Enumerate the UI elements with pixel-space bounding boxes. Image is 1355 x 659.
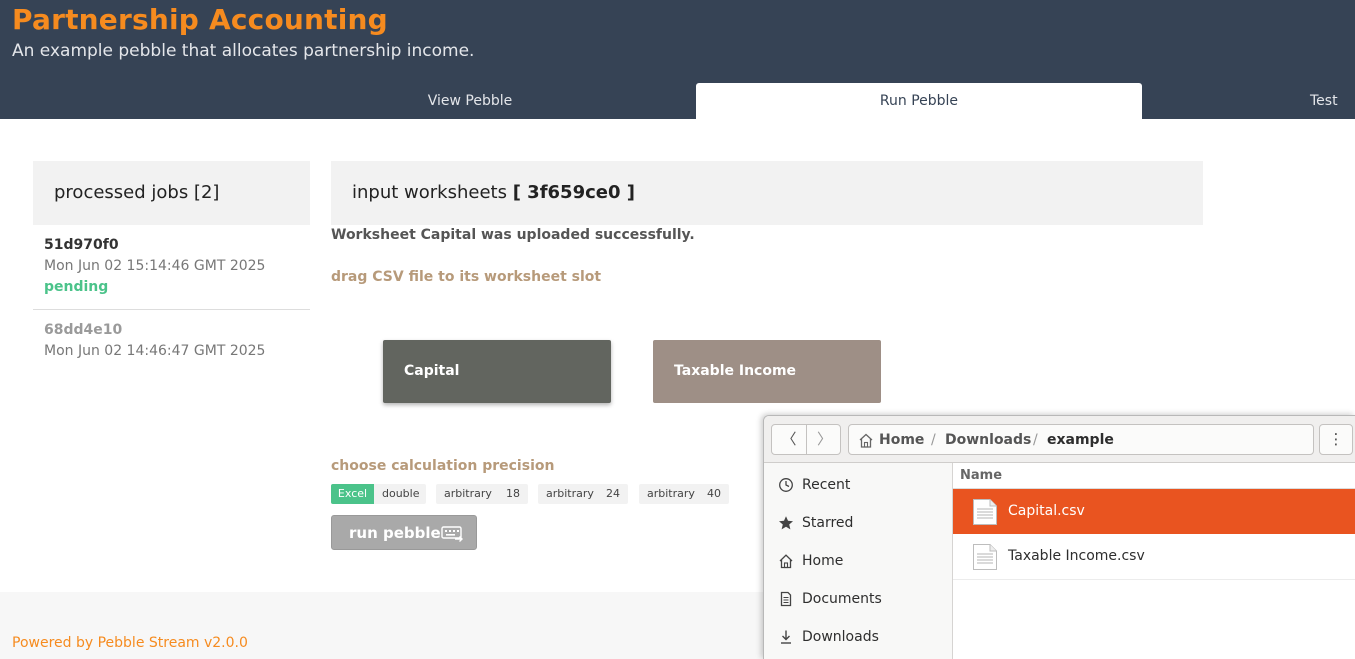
precision-option-arbitrary-24[interactable]: arbitrary 24 — [538, 484, 628, 504]
place-label: Documents — [802, 591, 882, 607]
run-pebble-button[interactable]: run pebble — [331, 515, 477, 550]
breadcrumb-separator: / — [931, 432, 936, 448]
star-icon — [779, 516, 793, 530]
jobs-panel-header: processed jobs [2] — [33, 161, 310, 225]
row-divider — [953, 579, 1355, 580]
breadcrumb-downloads[interactable]: Downloads — [945, 432, 1031, 448]
app-header: Partnership Accounting An example pebble… — [0, 0, 1355, 119]
place-downloads[interactable]: Downloads — [764, 618, 953, 656]
place-recent[interactable]: Recent — [764, 466, 953, 504]
worksheets-title: input worksheets [ 3f659ce0 ] — [352, 182, 635, 203]
forward-button[interactable]: 〉 — [807, 425, 842, 454]
tab-run-pebble[interactable]: Run Pebble — [696, 83, 1142, 119]
precision-label: choose calculation precision — [331, 458, 555, 474]
clock-icon — [779, 478, 793, 492]
jobs-title: processed jobs [2] — [54, 182, 220, 203]
worksheets-header: input worksheets [ 3f659ce0 ] — [331, 161, 1203, 225]
tab-test[interactable]: Test — [1310, 83, 1355, 119]
precision-option-arbitrary-18[interactable]: arbitrary 18 — [436, 484, 528, 504]
job-item[interactable]: 68dd4e10 Mon Jun 02 14:46:47 GMT 2025 — [33, 311, 310, 371]
drag-hint: drag CSV file to its worksheet slot — [331, 269, 602, 285]
dialog-toolbar: 〈 〉 Home / Downloads / example ⋮ — [764, 416, 1355, 463]
place-home[interactable]: Home — [764, 542, 953, 580]
place-documents[interactable]: Documents — [764, 580, 953, 618]
place-label: Recent — [802, 477, 851, 493]
home-icon — [859, 433, 873, 448]
breadcrumb-example[interactable]: example — [1047, 432, 1114, 448]
nav-button-group: 〈 〉 — [771, 424, 841, 455]
spreadsheet-file-icon — [973, 544, 997, 570]
place-starred[interactable]: Starred — [764, 504, 953, 542]
job-status: pending — [44, 279, 109, 295]
precision-option-type: arbitrary — [444, 487, 492, 500]
worksheet-slot-taxable-income[interactable]: Taxable Income — [653, 340, 881, 403]
precision-option-value: double — [382, 487, 420, 500]
document-icon — [780, 591, 792, 607]
place-label: Starred — [802, 515, 854, 531]
worksheet-slot-capital[interactable]: Capital — [383, 340, 611, 403]
file-list: Name Capital.csv Taxable Income.csv — [953, 463, 1355, 659]
file-name: Capital.csv — [1008, 503, 1085, 519]
file-chooser-dialog: 〈 〉 Home / Downloads / example ⋮ Recent — [763, 415, 1355, 659]
column-header-name[interactable]: Name — [960, 468, 1002, 483]
job-date: Mon Jun 02 15:14:46 GMT 2025 — [44, 258, 266, 274]
footer-powered-by[interactable]: Powered by Pebble Stream v2.0.0 — [12, 635, 248, 651]
precision-option-excel-double[interactable]: Excel double — [331, 484, 426, 504]
tab-view-pebble[interactable]: View Pebble — [245, 83, 695, 119]
job-id: 51d970f0 — [44, 237, 119, 253]
app-title: Partnership Accounting — [12, 3, 388, 36]
keyboard-icon — [441, 526, 463, 542]
place-label: Downloads — [802, 629, 879, 645]
app-subtitle: An example pebble that allocates partner… — [12, 41, 475, 61]
precision-option-type: arbitrary — [647, 487, 695, 500]
file-row-taxable-income[interactable]: Taxable Income.csv — [953, 534, 1355, 579]
precision-option-type: arbitrary — [546, 487, 594, 500]
places-sidebar: Recent Starred Home Documents Downloads — [764, 463, 953, 659]
file-row-capital[interactable]: Capital.csv — [953, 489, 1355, 534]
run-pebble-label: run pebble — [349, 524, 441, 542]
job-item[interactable]: 51d970f0 Mon Jun 02 15:14:46 GMT 2025 pe… — [33, 226, 310, 310]
worksheet-id: [ 3f659ce0 ] — [512, 182, 636, 203]
download-icon — [781, 630, 791, 644]
more-options-button[interactable]: ⋮ — [1319, 424, 1353, 455]
upload-success-message: Worksheet Capital was uploaded successfu… — [331, 227, 695, 243]
precision-option-value: 40 — [707, 487, 721, 500]
precision-option-value: 18 — [506, 487, 520, 500]
worksheets-title-prefix: input worksheets — [352, 182, 513, 203]
precision-option-arbitrary-40[interactable]: arbitrary 40 — [639, 484, 729, 504]
home-icon — [779, 554, 793, 569]
job-date: Mon Jun 02 14:46:47 GMT 2025 — [44, 343, 266, 359]
job-id: 68dd4e10 — [44, 322, 123, 338]
back-button[interactable]: 〈 — [772, 425, 807, 454]
breadcrumb-separator: / — [1033, 432, 1038, 448]
precision-option-excel-tag: Excel — [331, 484, 374, 504]
breadcrumb-home[interactable]: Home — [879, 432, 924, 448]
place-label: Home — [802, 553, 844, 569]
spreadsheet-file-icon — [973, 499, 997, 525]
precision-option-value: 24 — [606, 487, 620, 500]
file-name: Taxable Income.csv — [1008, 548, 1145, 564]
path-bar: Home / Downloads / example — [848, 424, 1314, 455]
